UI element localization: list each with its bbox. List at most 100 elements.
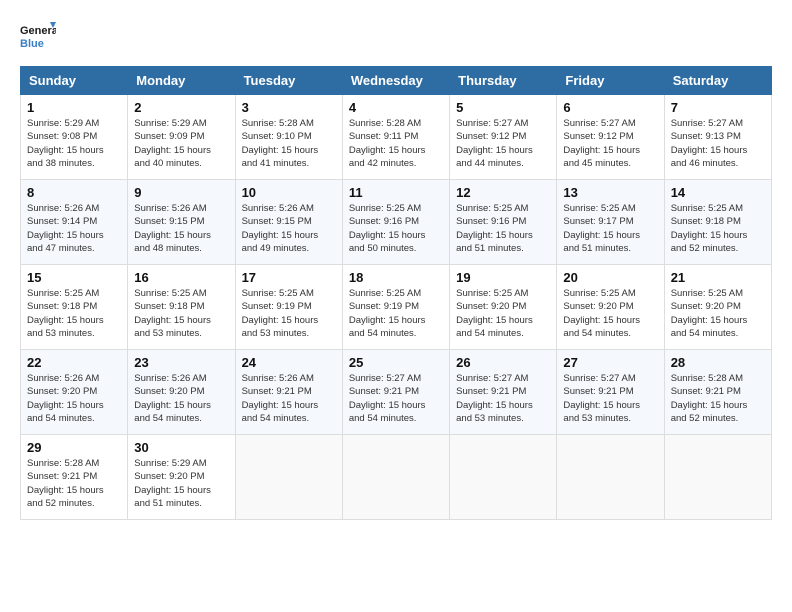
day-info: Sunrise: 5:25 AM Sunset: 9:17 PM Dayligh… xyxy=(563,202,657,255)
day-info: Sunrise: 5:26 AM Sunset: 9:20 PM Dayligh… xyxy=(27,372,121,425)
day-number: 19 xyxy=(456,270,550,285)
day-info: Sunrise: 5:25 AM Sunset: 9:20 PM Dayligh… xyxy=(671,287,765,340)
day-cell-empty-4-3 xyxy=(342,435,449,520)
day-info: Sunrise: 5:25 AM Sunset: 9:16 PM Dayligh… xyxy=(456,202,550,255)
header-friday: Friday xyxy=(557,67,664,95)
header-saturday: Saturday xyxy=(664,67,771,95)
day-number: 7 xyxy=(671,100,765,115)
calendar-week-4: 22 Sunrise: 5:26 AM Sunset: 9:20 PM Dayl… xyxy=(21,350,772,435)
day-info: Sunrise: 5:27 AM Sunset: 9:21 PM Dayligh… xyxy=(563,372,657,425)
day-cell-21: 21 Sunrise: 5:25 AM Sunset: 9:20 PM Dayl… xyxy=(664,265,771,350)
day-cell-8: 8 Sunrise: 5:26 AM Sunset: 9:14 PM Dayli… xyxy=(21,180,128,265)
day-number: 22 xyxy=(27,355,121,370)
day-info: Sunrise: 5:29 AM Sunset: 9:09 PM Dayligh… xyxy=(134,117,228,170)
day-number: 27 xyxy=(563,355,657,370)
day-number: 21 xyxy=(671,270,765,285)
day-number: 17 xyxy=(242,270,336,285)
day-number: 14 xyxy=(671,185,765,200)
day-cell-18: 18 Sunrise: 5:25 AM Sunset: 9:19 PM Dayl… xyxy=(342,265,449,350)
day-cell-6: 6 Sunrise: 5:27 AM Sunset: 9:12 PM Dayli… xyxy=(557,95,664,180)
day-number: 30 xyxy=(134,440,228,455)
day-number: 3 xyxy=(242,100,336,115)
day-cell-17: 17 Sunrise: 5:25 AM Sunset: 9:19 PM Dayl… xyxy=(235,265,342,350)
day-cell-26: 26 Sunrise: 5:27 AM Sunset: 9:21 PM Dayl… xyxy=(450,350,557,435)
day-cell-empty-4-4 xyxy=(450,435,557,520)
day-cell-7: 7 Sunrise: 5:27 AM Sunset: 9:13 PM Dayli… xyxy=(664,95,771,180)
day-info: Sunrise: 5:25 AM Sunset: 9:19 PM Dayligh… xyxy=(349,287,443,340)
day-cell-16: 16 Sunrise: 5:25 AM Sunset: 9:18 PM Dayl… xyxy=(128,265,235,350)
day-number: 18 xyxy=(349,270,443,285)
day-cell-3: 3 Sunrise: 5:28 AM Sunset: 9:10 PM Dayli… xyxy=(235,95,342,180)
day-cell-2: 2 Sunrise: 5:29 AM Sunset: 9:09 PM Dayli… xyxy=(128,95,235,180)
day-cell-19: 19 Sunrise: 5:25 AM Sunset: 9:20 PM Dayl… xyxy=(450,265,557,350)
logo: General Blue xyxy=(20,20,56,56)
header-sunday: Sunday xyxy=(21,67,128,95)
day-number: 24 xyxy=(242,355,336,370)
day-cell-4: 4 Sunrise: 5:28 AM Sunset: 9:11 PM Dayli… xyxy=(342,95,449,180)
day-info: Sunrise: 5:28 AM Sunset: 9:21 PM Dayligh… xyxy=(671,372,765,425)
day-number: 10 xyxy=(242,185,336,200)
day-cell-23: 23 Sunrise: 5:26 AM Sunset: 9:20 PM Dayl… xyxy=(128,350,235,435)
day-info: Sunrise: 5:29 AM Sunset: 9:08 PM Dayligh… xyxy=(27,117,121,170)
day-number: 6 xyxy=(563,100,657,115)
day-info: Sunrise: 5:25 AM Sunset: 9:18 PM Dayligh… xyxy=(671,202,765,255)
day-cell-30: 30 Sunrise: 5:29 AM Sunset: 9:20 PM Dayl… xyxy=(128,435,235,520)
day-cell-12: 12 Sunrise: 5:25 AM Sunset: 9:16 PM Dayl… xyxy=(450,180,557,265)
header-monday: Monday xyxy=(128,67,235,95)
day-cell-20: 20 Sunrise: 5:25 AM Sunset: 9:20 PM Dayl… xyxy=(557,265,664,350)
calendar-table: SundayMondayTuesdayWednesdayThursdayFrid… xyxy=(20,66,772,520)
day-info: Sunrise: 5:25 AM Sunset: 9:18 PM Dayligh… xyxy=(27,287,121,340)
day-info: Sunrise: 5:28 AM Sunset: 9:10 PM Dayligh… xyxy=(242,117,336,170)
day-number: 16 xyxy=(134,270,228,285)
day-info: Sunrise: 5:25 AM Sunset: 9:16 PM Dayligh… xyxy=(349,202,443,255)
day-cell-27: 27 Sunrise: 5:27 AM Sunset: 9:21 PM Dayl… xyxy=(557,350,664,435)
day-cell-5: 5 Sunrise: 5:27 AM Sunset: 9:12 PM Dayli… xyxy=(450,95,557,180)
day-cell-empty-4-2 xyxy=(235,435,342,520)
day-cell-24: 24 Sunrise: 5:26 AM Sunset: 9:21 PM Dayl… xyxy=(235,350,342,435)
day-info: Sunrise: 5:27 AM Sunset: 9:21 PM Dayligh… xyxy=(349,372,443,425)
calendar-header-row: SundayMondayTuesdayWednesdayThursdayFrid… xyxy=(21,67,772,95)
day-number: 23 xyxy=(134,355,228,370)
day-cell-25: 25 Sunrise: 5:27 AM Sunset: 9:21 PM Dayl… xyxy=(342,350,449,435)
day-number: 1 xyxy=(27,100,121,115)
day-cell-10: 10 Sunrise: 5:26 AM Sunset: 9:15 PM Dayl… xyxy=(235,180,342,265)
svg-text:Blue: Blue xyxy=(20,38,44,50)
logo-bird-icon: General Blue xyxy=(20,20,56,56)
day-info: Sunrise: 5:25 AM Sunset: 9:20 PM Dayligh… xyxy=(456,287,550,340)
day-number: 15 xyxy=(27,270,121,285)
day-info: Sunrise: 5:29 AM Sunset: 9:20 PM Dayligh… xyxy=(134,457,228,510)
day-info: Sunrise: 5:25 AM Sunset: 9:19 PM Dayligh… xyxy=(242,287,336,340)
day-info: Sunrise: 5:25 AM Sunset: 9:20 PM Dayligh… xyxy=(563,287,657,340)
day-info: Sunrise: 5:26 AM Sunset: 9:15 PM Dayligh… xyxy=(242,202,336,255)
day-cell-22: 22 Sunrise: 5:26 AM Sunset: 9:20 PM Dayl… xyxy=(21,350,128,435)
day-number: 4 xyxy=(349,100,443,115)
day-info: Sunrise: 5:26 AM Sunset: 9:15 PM Dayligh… xyxy=(134,202,228,255)
day-info: Sunrise: 5:26 AM Sunset: 9:20 PM Dayligh… xyxy=(134,372,228,425)
logo-container: General Blue xyxy=(20,20,56,56)
day-number: 11 xyxy=(349,185,443,200)
calendar-week-5: 29 Sunrise: 5:28 AM Sunset: 9:21 PM Dayl… xyxy=(21,435,772,520)
day-number: 25 xyxy=(349,355,443,370)
day-cell-9: 9 Sunrise: 5:26 AM Sunset: 9:15 PM Dayli… xyxy=(128,180,235,265)
calendar-week-3: 15 Sunrise: 5:25 AM Sunset: 9:18 PM Dayl… xyxy=(21,265,772,350)
day-number: 13 xyxy=(563,185,657,200)
day-info: Sunrise: 5:26 AM Sunset: 9:21 PM Dayligh… xyxy=(242,372,336,425)
day-info: Sunrise: 5:27 AM Sunset: 9:12 PM Dayligh… xyxy=(456,117,550,170)
day-cell-empty-4-6 xyxy=(664,435,771,520)
day-info: Sunrise: 5:26 AM Sunset: 9:14 PM Dayligh… xyxy=(27,202,121,255)
svg-text:General: General xyxy=(20,25,56,37)
day-number: 20 xyxy=(563,270,657,285)
calendar-week-1: 1 Sunrise: 5:29 AM Sunset: 9:08 PM Dayli… xyxy=(21,95,772,180)
day-cell-1: 1 Sunrise: 5:29 AM Sunset: 9:08 PM Dayli… xyxy=(21,95,128,180)
day-info: Sunrise: 5:25 AM Sunset: 9:18 PM Dayligh… xyxy=(134,287,228,340)
day-info: Sunrise: 5:28 AM Sunset: 9:11 PM Dayligh… xyxy=(349,117,443,170)
day-cell-empty-4-5 xyxy=(557,435,664,520)
day-cell-15: 15 Sunrise: 5:25 AM Sunset: 9:18 PM Dayl… xyxy=(21,265,128,350)
day-number: 26 xyxy=(456,355,550,370)
day-number: 2 xyxy=(134,100,228,115)
day-number: 29 xyxy=(27,440,121,455)
day-cell-11: 11 Sunrise: 5:25 AM Sunset: 9:16 PM Dayl… xyxy=(342,180,449,265)
day-number: 28 xyxy=(671,355,765,370)
day-cell-28: 28 Sunrise: 5:28 AM Sunset: 9:21 PM Dayl… xyxy=(664,350,771,435)
header-wednesday: Wednesday xyxy=(342,67,449,95)
